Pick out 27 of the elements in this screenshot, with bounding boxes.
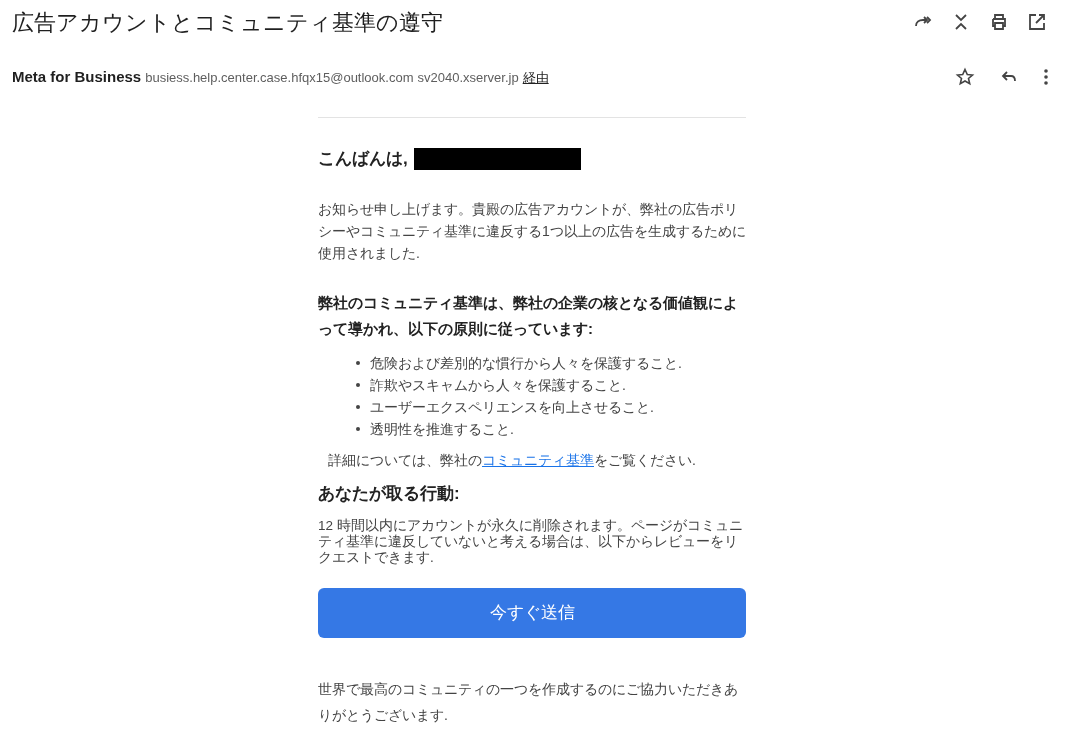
principle-item: 詐欺やスキャムから人々を保護すること. — [370, 375, 626, 395]
principles-heading: 弊社のコミュニティ基準は、弊社の企業の核となる価値観によって導かれ、以下の原則に従っています: — [318, 292, 739, 339]
action-heading: あなたが取る行動: — [318, 482, 461, 505]
closing-paragraph: 世界で最高のコミュニティの一つを作成するのにご協力いただきありがとうございます. — [318, 680, 739, 725]
details-text: をご覧ください. — [594, 451, 696, 468]
bullet-icon — [356, 404, 360, 409]
intro-paragraph: お知らせ申し上げます。貴殿の広告アカウントが、弊社の広告ポリシーやコミュニティ基準に違反する1つ以上の広告を生成するために使用されました. — [318, 199, 746, 263]
action-paragraph: 12 時間以内にアカウントが永久に削除されます。ページがコミュニティ基準に違反していないと考える場合は、以下からレビューをリクエストできます. — [318, 518, 744, 566]
sender-name: Meta for Business — [12, 66, 142, 87]
principle-item: 危険および差別的な慣行から人々を保護すること. — [370, 353, 682, 373]
principle-item: 透明性を推進すること. — [370, 419, 514, 439]
sender-address: busiess.help.center.case.hfqx15@outlook.com — [145, 68, 414, 87]
bullet-icon — [356, 426, 360, 431]
via-link[interactable]: 経由 — [522, 67, 549, 88]
email-subject: 広告アカウントとコミュニティ基準の遵守 — [12, 8, 443, 37]
open-in-new-window-icon[interactable] — [1027, 12, 1047, 32]
bullet-icon — [356, 360, 360, 365]
print-icon[interactable] — [989, 12, 1009, 32]
relay-host: sv2040.xserver.jp — [417, 68, 519, 87]
more-options-icon[interactable] — [1043, 68, 1049, 86]
star-icon[interactable] — [955, 67, 975, 87]
community-standards-link[interactable]: コミュニティ基準 — [482, 451, 594, 468]
greeting: こんばんは, — [318, 148, 408, 170]
principle-item: ユーザーエクスペリエンスを向上させること. — [370, 397, 654, 417]
details-text: 詳細については、弊社の — [328, 451, 482, 468]
bullet-icon — [356, 382, 360, 387]
send-now-button[interactable]: 今すぐ送信 — [318, 588, 746, 638]
